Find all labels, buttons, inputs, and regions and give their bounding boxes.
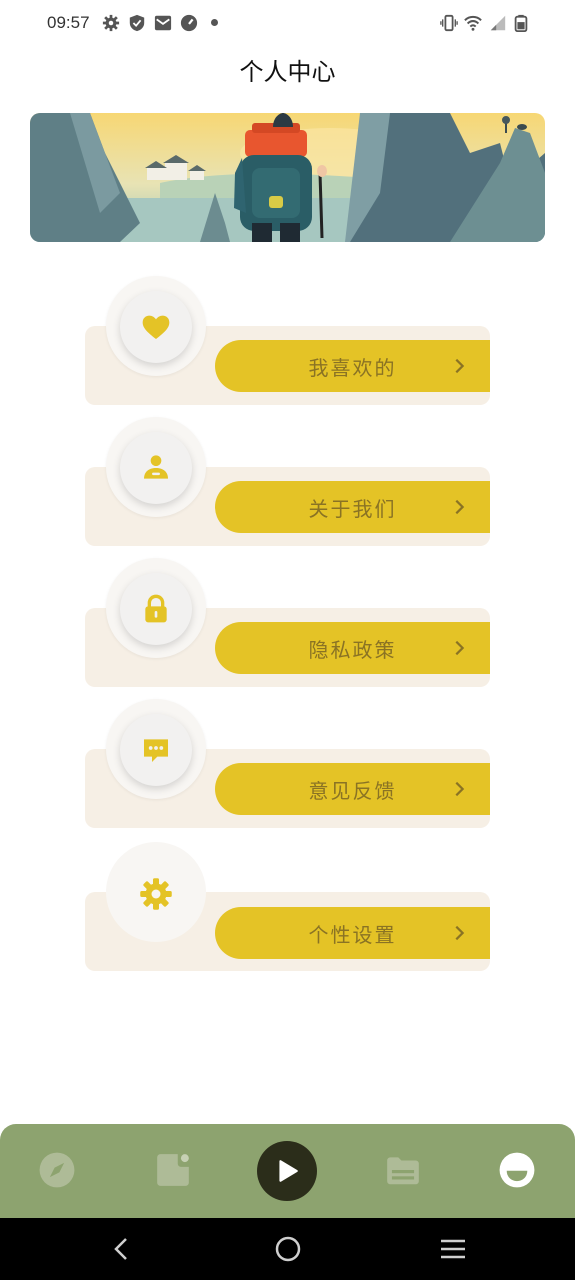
mail-icon (154, 15, 172, 31)
compass-icon (39, 1152, 75, 1188)
page-title: 个人中心 (239, 58, 336, 86)
chevron-right-icon (455, 640, 465, 656)
nav-tab-notes[interactable] (153, 1150, 193, 1190)
nav-play-button[interactable] (257, 1141, 317, 1201)
chevron-right-icon (455, 358, 465, 374)
profile-icon (499, 1152, 535, 1188)
menu-item-label: 个性设置 (308, 922, 397, 947)
heart-icon (142, 315, 170, 339)
dot-icon (211, 19, 218, 26)
back-icon[interactable] (107, 1234, 137, 1264)
menu-icon-circle[interactable] (120, 714, 192, 786)
chevron-right-icon (455, 781, 465, 797)
battery-icon (514, 14, 528, 32)
menu-item-settings[interactable]: 个性设置 (215, 907, 490, 959)
menu-item-label: 意见反馈 (308, 778, 397, 803)
menu-item-feedback[interactable]: 意见反馈 (215, 763, 490, 815)
system-nav-bar (0, 1218, 575, 1280)
person-icon (144, 455, 168, 479)
nav-tab-discover[interactable] (37, 1150, 77, 1190)
menu-icon-circle[interactable] (120, 432, 192, 504)
menu-icon-circle[interactable] (120, 291, 192, 363)
vibrate-icon (440, 14, 458, 32)
status-time: 09:57 (47, 13, 90, 32)
lock-icon (145, 594, 167, 623)
menu-icon-circle[interactable] (120, 573, 192, 645)
menu-icon-circle[interactable] (138, 876, 174, 912)
menu-item-label: 隐私政策 (308, 637, 397, 662)
chevron-right-icon (455, 925, 465, 941)
nav-tab-folder[interactable] (383, 1150, 423, 1190)
status-bar: 09:57 (0, 0, 575, 46)
chevron-right-icon (455, 499, 465, 515)
home-icon[interactable] (273, 1234, 303, 1264)
chat-icon (144, 739, 168, 762)
folder-icon (387, 1157, 419, 1185)
shield-icon (129, 14, 145, 32)
menu-item-about[interactable]: 关于我们 (215, 481, 490, 533)
gear-icon (102, 14, 120, 32)
settings-gear-icon (140, 878, 172, 910)
speedometer-icon (180, 14, 198, 32)
note-icon (157, 1154, 189, 1186)
menu-item-label: 我喜欢的 (308, 355, 397, 380)
menu-item-favorites[interactable]: 我喜欢的 (215, 340, 490, 392)
menu-item-privacy[interactable]: 隐私政策 (215, 622, 490, 674)
recents-icon[interactable] (438, 1234, 468, 1264)
nav-tab-profile[interactable] (497, 1150, 537, 1190)
banner-image (30, 113, 545, 242)
signal-icon (490, 15, 506, 31)
play-icon (279, 1160, 298, 1182)
menu-item-label: 关于我们 (308, 496, 397, 521)
wifi-icon (464, 15, 482, 31)
bottom-nav (0, 1124, 575, 1218)
